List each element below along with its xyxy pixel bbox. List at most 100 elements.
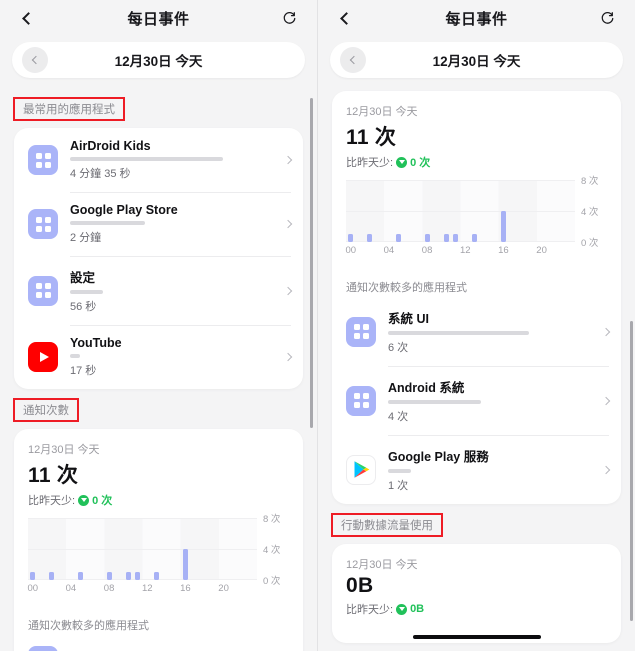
app-name: 設定 [70, 271, 96, 285]
scrollbar-right[interactable] [630, 321, 633, 621]
stat-compare: 比昨天少: 0 次 [346, 154, 607, 170]
back-button[interactable] [334, 7, 356, 29]
chart-bar [395, 234, 401, 242]
chart-bar [77, 572, 83, 580]
google-play-icon [346, 454, 376, 485]
app-name: Google Play Store [70, 203, 178, 217]
chevron-right-icon [601, 396, 611, 405]
notification-stat-card-right: 12月30日 今天 11 次 比昨天少: 0 次 0 次 4 次 8 次 00 04… [332, 91, 621, 504]
usage-bar [70, 290, 104, 294]
selected-date-label: 12月30日 今天 [432, 54, 521, 69]
chart-y-tick: 4 次 [263, 545, 281, 556]
list-item[interactable]: 系統 UI [14, 635, 303, 651]
chart-x-tick: 12 [459, 245, 471, 256]
chevron-right-icon [601, 327, 611, 336]
app-name: YouTube [70, 336, 122, 350]
usage-bar-track [388, 469, 595, 473]
chevron-right-icon [283, 219, 293, 229]
chevron-right-icon [283, 155, 293, 165]
annotation-box-notifications: 通知次數 [13, 398, 79, 422]
usage-bar [388, 400, 482, 404]
page-title: 每日事件 [127, 10, 190, 28]
chart-x-tick: 16 [498, 245, 509, 256]
chart-x-tick: 08 [421, 245, 433, 256]
chart-bar [500, 211, 506, 242]
app-info: Google Play 服務 1 次 [388, 446, 595, 493]
scroll-area-left[interactable]: 最常用的應用程式 AirDroid Kids 4 分鐘 35 秒 Google … [0, 88, 317, 651]
stat-date: 12月30日 今天 [346, 559, 418, 571]
stat-value: 11 次 [346, 126, 397, 149]
list-item[interactable]: 系統 UI 6 次 [332, 297, 621, 366]
app-name: 系統 UI [388, 312, 429, 326]
app-name: AirDroid Kids [70, 139, 151, 153]
usage-bar-track [70, 290, 277, 294]
stat-compare: 比昨天少: 0B [346, 601, 607, 617]
usage-bar [388, 469, 411, 473]
arrow-down-badge-icon [78, 494, 90, 506]
usage-bar-track [70, 157, 277, 161]
list-item[interactable]: Google Play 服務 1 次 [332, 435, 621, 504]
app-count: 4 次 [388, 411, 409, 423]
chart-y-tick: 8 次 [581, 176, 599, 187]
chart-bar [424, 234, 430, 242]
chart-bar [154, 572, 160, 580]
annotation-box-mobile-data: 行動數據流量使用 [331, 513, 443, 537]
most-used-apps-card: AirDroid Kids 4 分鐘 35 秒 Google Play Stor… [14, 128, 303, 389]
stat-compare: 比昨天少: 0 次 [28, 492, 289, 508]
chevron-right-icon [601, 465, 611, 474]
chart-x-axis-right: 00 04 08 12 16 20 [345, 245, 575, 259]
refresh-button[interactable] [597, 7, 619, 29]
chart-y-tick: 0 次 [581, 238, 599, 249]
compare-label: 比昨天少: [346, 604, 394, 616]
chart-bar [30, 572, 36, 580]
navbar-left: 每日事件 [0, 0, 317, 36]
chart-y-tick: 4 次 [581, 207, 599, 218]
home-indicator [412, 634, 541, 639]
stat-block: 12月30日 今天 11 次 比昨天少: 0 次 0 次4 次8 次 00 04… [14, 429, 303, 607]
app-count: 6 次 [388, 342, 409, 354]
chart-y-axis-right: 0 次 4 次 8 次 [575, 176, 607, 249]
scroll-area-right[interactable]: 12月30日 今天 11 次 比昨天少: 0 次 0 次 4 次 8 次 00 04… [318, 91, 635, 651]
usage-bar [388, 331, 529, 335]
list-item[interactable]: 設定 56 秒 [14, 256, 303, 325]
stat-value: 0B [346, 574, 374, 597]
list-item[interactable]: YouTube 17 秒 [14, 325, 303, 389]
app-info: 系統 UI 6 次 [388, 308, 595, 355]
list-item[interactable]: Google Play Store 2 分鐘 [14, 192, 303, 256]
list-item[interactable]: AirDroid Kids 4 分鐘 35 秒 [14, 128, 303, 192]
generic-app-icon [346, 316, 376, 347]
chart-x-axis-left: 00 04 08 12 16 20 [27, 583, 257, 597]
refresh-icon [284, 11, 296, 24]
date-selector[interactable]: 12月30日 今天 [12, 42, 305, 78]
generic-app-icon [28, 145, 58, 175]
section-label-notifications: 通知次數 [23, 405, 69, 417]
app-name: Android 系統 [388, 381, 465, 395]
stat-date: 12月30日 今天 [346, 106, 418, 118]
chart-bar [443, 234, 449, 242]
chart-bar [472, 234, 478, 242]
date-selector-wrap-right: 12月30日 今天 [318, 36, 635, 88]
usage-bar [70, 221, 145, 225]
back-button[interactable] [16, 7, 38, 29]
date-selector[interactable]: 12月30日 今天 [330, 42, 623, 78]
compare-label: 比昨天少: [346, 157, 394, 169]
refresh-icon [602, 11, 614, 24]
navbar-right: 每日事件 [318, 0, 635, 36]
scrollbar-left[interactable] [310, 98, 313, 428]
chart-x-tick: 20 [536, 245, 547, 256]
usage-bar [70, 354, 81, 358]
chart-bar [125, 572, 131, 580]
chart-bar [106, 572, 112, 580]
chart-bar [367, 234, 373, 242]
date-selector-wrap-left: 12月30日 今天 [0, 36, 317, 88]
page-title: 每日事件 [445, 10, 508, 28]
chart-x-tick: 04 [65, 583, 77, 594]
arrow-down-badge-icon [396, 156, 408, 168]
list-item[interactable]: Android 系統 4 次 [332, 366, 621, 435]
refresh-button[interactable] [279, 7, 301, 29]
app-count: 1 次 [388, 480, 409, 492]
mobile-data-card: 12月30日 今天 0B 比昨天少: 0B [332, 544, 621, 643]
stat-date: 12月30日 今天 [28, 444, 100, 456]
stat-block: 12月30日 今天 11 次 比昨天少: 0 次 0 次 4 次 8 次 00 04… [332, 91, 621, 269]
chart-bar [135, 572, 141, 580]
